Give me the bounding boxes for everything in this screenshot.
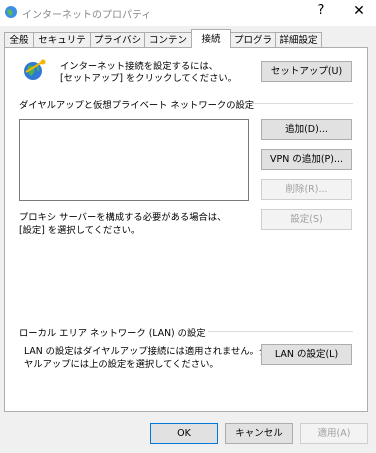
connection-list[interactable]	[19, 119, 249, 201]
globe-icon	[24, 59, 46, 80]
dialup-section-title: ダイヤルアップと仮想プライベート ネットワークの設定	[19, 100, 255, 111]
tab-programs[interactable]: プログラム	[230, 32, 276, 61]
proxy-description-line2: [設定] を選択してください。	[19, 225, 141, 236]
lan-separator	[208, 331, 353, 332]
add-vpn-button[interactable]: VPN の追加(P)...	[261, 149, 352, 170]
tab-privacy[interactable]: プライバシー	[90, 32, 145, 61]
setup-button[interactable]: セットアップ(U)	[261, 61, 352, 82]
lan-description-line1: LAN の設定はダイヤルアップ接続には適用されません。ダイ	[24, 346, 278, 357]
tab-content[interactable]: コンテンツ	[144, 32, 192, 61]
tab-strip: 全般 セキュリティ プライバシー コンテンツ 接続 プログラム 詳細設定	[0, 29, 376, 61]
tab-advanced[interactable]: 詳細設定	[275, 32, 322, 47]
tab-general[interactable]: 全般	[4, 32, 34, 47]
apply-button[interactable]: 適用(A)	[300, 423, 368, 444]
close-button[interactable]: ✕	[349, 3, 369, 21]
dialup-separator	[253, 103, 353, 104]
lan-settings-button[interactable]: LAN の設定(L)	[261, 344, 352, 365]
title-bar: インターネットのプロパティ ? ✕	[0, 0, 376, 26]
cancel-button[interactable]: キャンセル	[225, 423, 293, 444]
lan-section-title: ローカル エリア ネットワーク (LAN) の設定	[19, 328, 206, 339]
add-button[interactable]: 追加(D)...	[261, 119, 352, 140]
tab-connections[interactable]: 接続	[191, 29, 231, 48]
settings-button[interactable]: 設定(S)	[261, 209, 352, 230]
internet-options-icon	[5, 6, 17, 18]
tab-security[interactable]: セキュリティ	[33, 32, 91, 61]
help-button[interactable]: ?	[311, 3, 331, 21]
proxy-description-line1: プロキシ サーバーを構成する必要がある場合は、	[19, 212, 227, 223]
ok-button[interactable]: OK	[150, 423, 218, 444]
window-title: インターネットのプロパティ	[22, 10, 152, 21]
lan-description-line2: ヤルアップには上の設定を選択してください。	[24, 359, 219, 370]
remove-button[interactable]: 削除(R)...	[261, 179, 352, 200]
dialog-footer: OK キャンセル 適用(A)	[0, 412, 376, 453]
setup-description-line2: [セットアップ] をクリックしてください。	[60, 73, 237, 84]
